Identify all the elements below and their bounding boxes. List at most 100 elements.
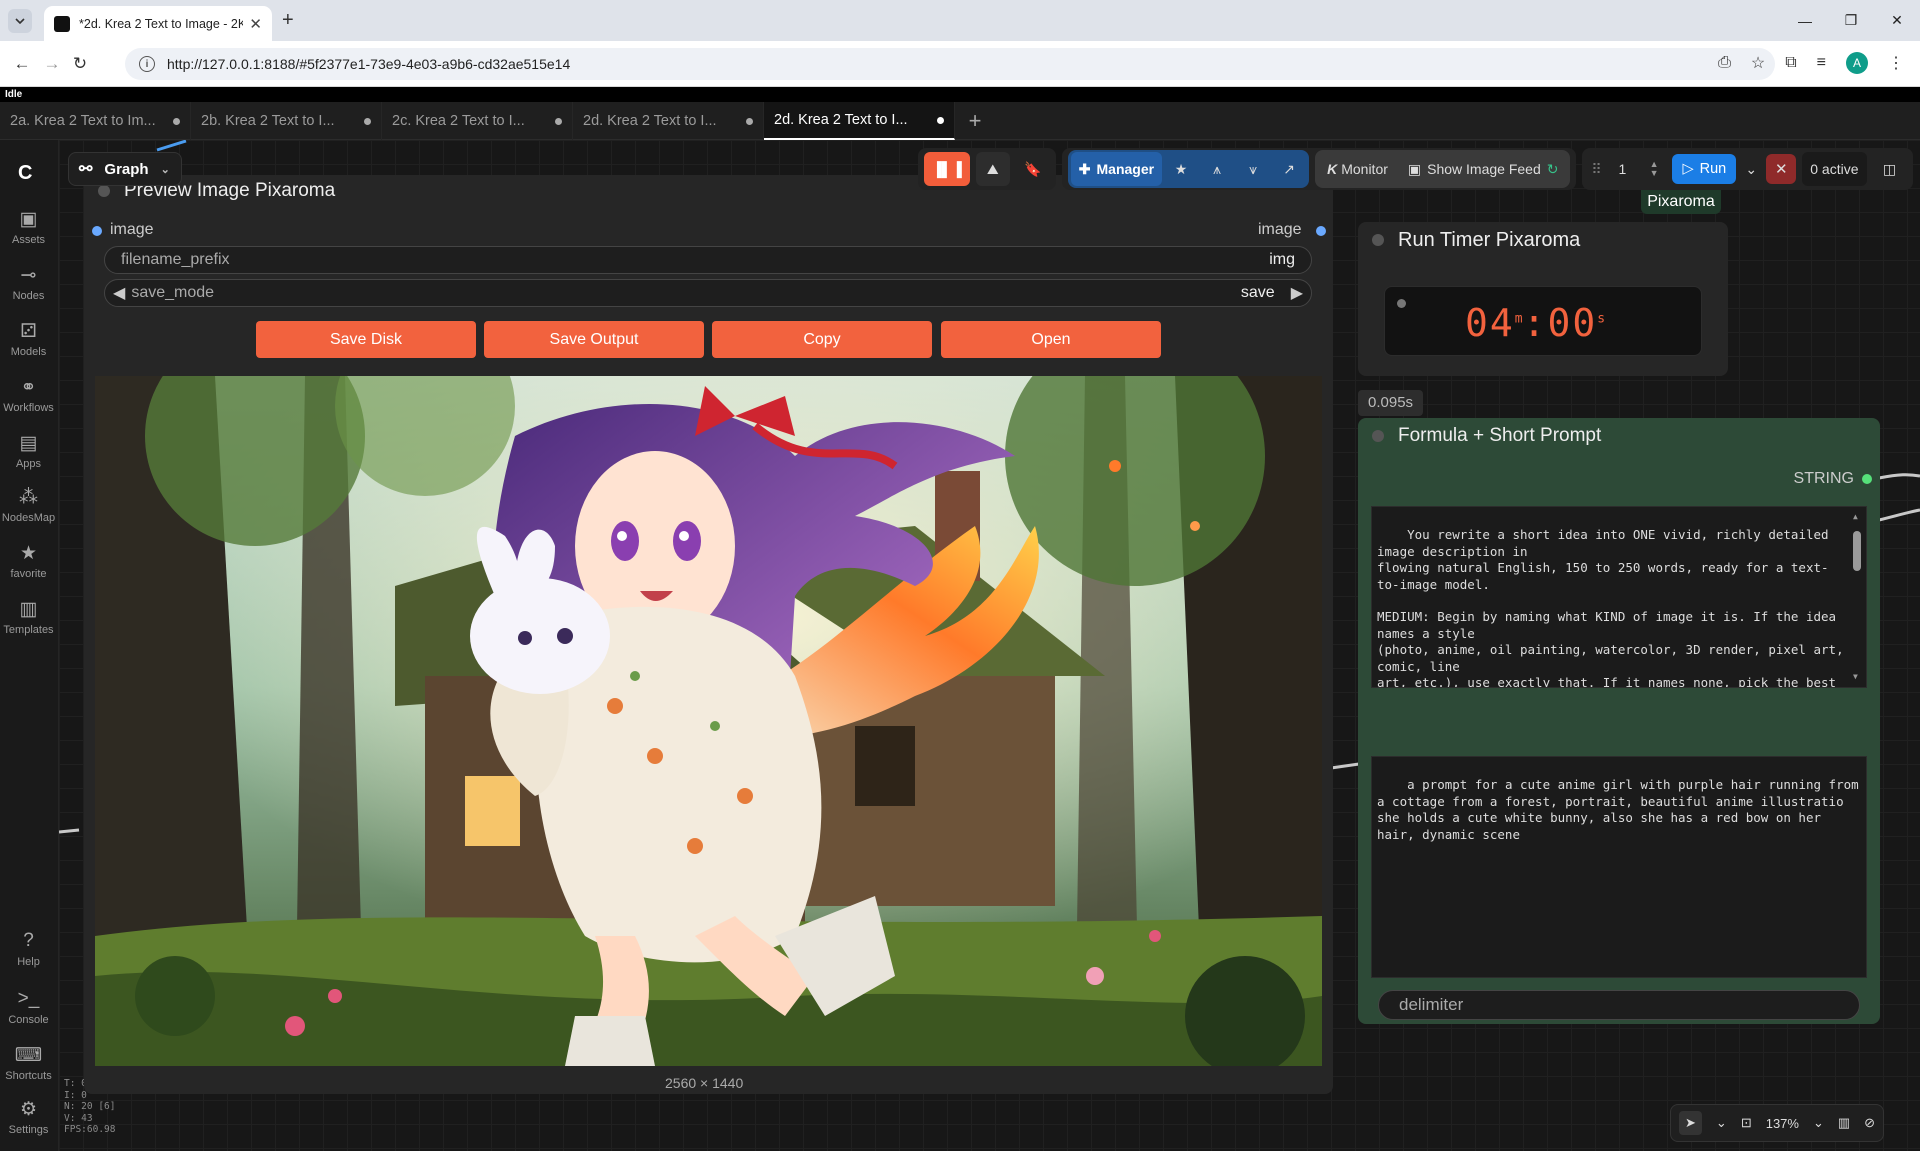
arrow-left-icon[interactable]: ◀ [113, 283, 125, 303]
queue-status-button[interactable]: 0 active [1802, 152, 1867, 186]
image-feed-button[interactable]: ▣ Show Image Feed ↻ [1400, 152, 1567, 186]
output-slot-dot[interactable] [1862, 474, 1872, 484]
sidebar-item-workflows[interactable]: ⚭ Workflows [0, 376, 57, 414]
model-alt-button[interactable]: ⩛ [1236, 152, 1270, 186]
save-mode-widget[interactable]: ◀ save_mode save ▶ [104, 279, 1312, 307]
model-button[interactable]: ⩚ [1200, 152, 1234, 186]
bookmark-button[interactable]: 🔖 [1016, 152, 1050, 186]
extensions-icon[interactable]: ⧉ [1785, 54, 1796, 72]
tab-search-button[interactable] [8, 9, 32, 33]
sidebar-item-shortcuts[interactable]: ⌨ Shortcuts [0, 1044, 57, 1082]
scrollbar-thumb[interactable] [1853, 531, 1861, 571]
arrow-right-icon[interactable]: ▶ [1291, 283, 1303, 303]
monitor-button[interactable]: K Monitor [1319, 152, 1396, 186]
sidebar-item-label: Apps [15, 458, 42, 470]
node-collapse-dot[interactable] [1372, 234, 1384, 246]
save-disk-button[interactable]: Save Disk [256, 321, 476, 358]
active-label: 0 active [1810, 161, 1859, 177]
graph-mode-dropdown[interactable]: ⚯ Graph ⌄ [68, 152, 182, 186]
info-icon[interactable]: i [139, 56, 155, 72]
toggle-links-icon[interactable]: ⊘ [1864, 1115, 1875, 1131]
run-button[interactable]: ▷ Run [1672, 154, 1737, 184]
node-title: Formula + Short Prompt [1398, 425, 1602, 446]
timer-sec-unit: s [1597, 311, 1606, 327]
drag-handle-icon[interactable]: ⠿ [1588, 152, 1604, 186]
new-tab-button[interactable]: + [282, 9, 294, 32]
zoom-level[interactable]: 137% [1766, 1116, 1799, 1131]
workflow-tab[interactable]: 2b. Krea 2 Text to I... [191, 102, 382, 140]
run-timer-node[interactable]: Run Timer Pixaroma 04m:00s [1358, 222, 1728, 376]
workflow-tab[interactable]: 2d. Krea 2 Text to I... [573, 102, 764, 140]
toggle-panel-button[interactable]: ◫ [1873, 152, 1907, 186]
input-slot-dot[interactable] [92, 226, 102, 236]
media-icon[interactable]: ≡ [1817, 54, 1826, 72]
unsaved-dot-icon [746, 117, 753, 125]
fit-view-icon[interactable]: ⊡ [1741, 1115, 1752, 1131]
queue-count-stepper[interactable]: 1 ▲ ▼ [1610, 152, 1666, 186]
bookmark-star-icon[interactable]: ☆ [1751, 53, 1765, 73]
sidebar-item-templates[interactable]: ▥ Templates [0, 598, 57, 636]
audio-bars-button[interactable]: ▐▌▐ [924, 152, 970, 186]
add-workflow-button[interactable]: + [955, 102, 995, 139]
monitor-label: Monitor [1341, 161, 1388, 177]
timer-digits: 04m:00s [1465, 301, 1605, 345]
workflow-tab-active[interactable]: 2d. Krea 2 Text to I... [764, 102, 955, 140]
workflow-tab-label: 2d. Krea 2 Text to I... [583, 113, 717, 129]
run-options-dropdown[interactable]: ⌄ [1742, 152, 1760, 186]
forward-button[interactable]: → [40, 52, 64, 76]
avatar[interactable]: A [1846, 52, 1868, 74]
chevron-down-icon[interactable]: ⌄ [1813, 1115, 1824, 1131]
sidebar-item-label: Templates [3, 624, 54, 636]
node-collapse-dot[interactable] [98, 185, 110, 197]
copy-button[interactable]: Copy [712, 321, 932, 358]
mountain-button[interactable]: ⛰ [975, 152, 1010, 186]
sidebar-item-label: Console [8, 1014, 49, 1026]
save-output-button[interactable]: Save Output [484, 321, 704, 358]
browser-tab[interactable]: *2d. Krea 2 Text to Image - 2K ✕ [44, 6, 272, 41]
back-button[interactable]: ← [10, 52, 34, 76]
scrollbar[interactable]: ▲ ▼ [1851, 509, 1863, 685]
preview-image [95, 376, 1322, 1066]
restore-button[interactable]: ❐ [1828, 0, 1874, 41]
install-app-icon[interactable]: ⎙ [1718, 54, 1731, 72]
node-collapse-dot[interactable] [1372, 430, 1384, 442]
minimize-button[interactable]: — [1782, 0, 1828, 41]
workflow-tab[interactable]: 2a. Krea 2 Text to Im... [0, 102, 191, 140]
formula-short-prompt-node[interactable]: Formula + Short Prompt STRING You rewrit… [1358, 418, 1880, 1024]
stepper-arrows-icon[interactable]: ▲ ▼ [1650, 160, 1659, 178]
select-tool-icon[interactable]: ➤ [1679, 1111, 1702, 1135]
nodesmap-icon: ⁂ [19, 487, 38, 508]
sidebar-item-nodesmap[interactable]: ⁂ NodesMap [0, 486, 57, 524]
sidebar-item-models[interactable]: ⚂ Models [0, 320, 57, 358]
favorite-button[interactable]: ★ [1164, 152, 1198, 186]
workflow-tab[interactable]: 2c. Krea 2 Text to I... [382, 102, 573, 140]
sidebar-item-help[interactable]: ? Help [0, 930, 57, 968]
share-button[interactable]: ↗ [1272, 152, 1306, 186]
close-window-button[interactable]: ✕ [1874, 0, 1920, 41]
chevron-down-icon[interactable]: ⌄ [1716, 1115, 1727, 1131]
scroll-down-icon[interactable]: ▼ [1853, 669, 1858, 685]
user-prompt-textarea[interactable]: a prompt for a cute anime girl with purp… [1371, 756, 1867, 978]
sidebar-item-settings[interactable]: ⚙ Settings [0, 1098, 57, 1136]
open-button[interactable]: Open [941, 321, 1161, 358]
manager-button[interactable]: ✚ Manager [1070, 152, 1163, 186]
delimiter-widget[interactable]: delimiter [1378, 990, 1860, 1020]
sidebar-item-favorite[interactable]: ★ favorite [0, 542, 57, 580]
minimap-icon[interactable]: ▥ [1838, 1115, 1850, 1131]
filename-prefix-widget[interactable]: filename_prefix img [104, 246, 1312, 274]
more-menu-icon[interactable]: ⋮ [1888, 53, 1904, 73]
sidebar-item-assets[interactable]: ▣ Assets [0, 208, 57, 246]
system-prompt-textarea[interactable]: You rewrite a short idea into ONE vivid,… [1371, 506, 1867, 688]
url-field[interactable]: i http://127.0.0.1:8188/#5f2377e1-73e9-4… [125, 48, 1775, 80]
sidebar-item-console[interactable]: >_ Console [0, 988, 57, 1026]
cancel-run-button[interactable]: ✕ [1766, 154, 1797, 184]
stat-line: FPS:60.98 [64, 1124, 116, 1135]
close-tab-icon[interactable]: ✕ [249, 15, 262, 33]
sidebar-item-nodes[interactable]: ⊸ Nodes [0, 264, 57, 302]
sidebar-item-apps[interactable]: ▤ Apps [0, 432, 57, 470]
scroll-up-icon[interactable]: ▲ [1853, 509, 1858, 525]
reload-button[interactable]: ↻ [68, 52, 92, 76]
bookmark-icon: 🔖 [1024, 160, 1042, 177]
output-slot-dot[interactable] [1316, 226, 1326, 236]
comfy-logo-icon[interactable]: C [18, 162, 32, 185]
